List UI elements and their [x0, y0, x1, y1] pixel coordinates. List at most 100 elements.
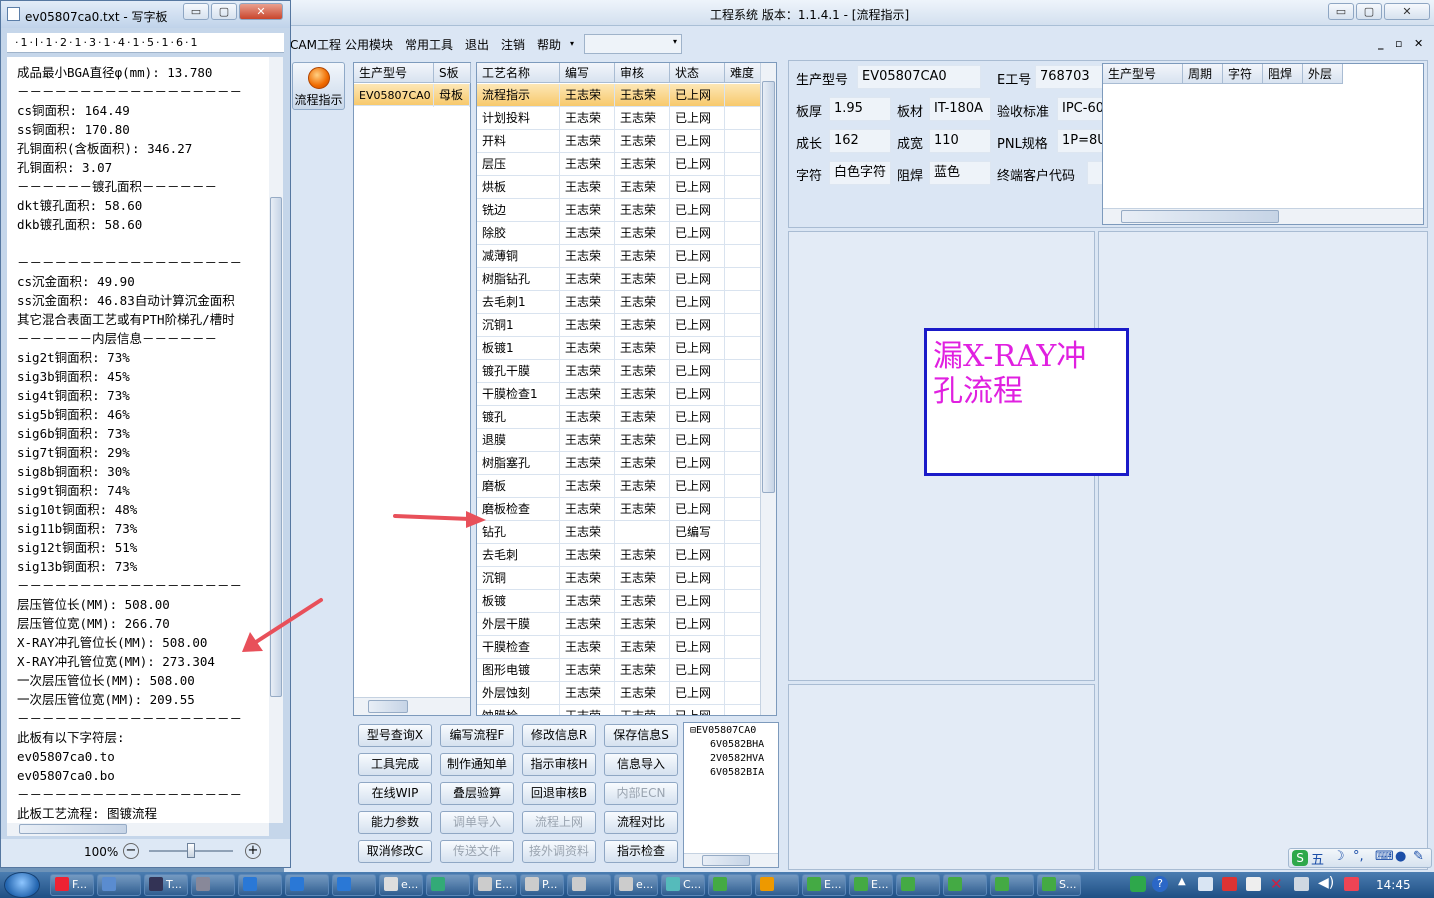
tree-child-node[interactable]: 6V0582BHA — [710, 739, 764, 750]
menu-logout[interactable]: 注销 — [501, 36, 525, 53]
mdi-restore-button[interactable]: ▫ — [1395, 37, 1402, 50]
process-row[interactable]: 烘板 王志荣 王志荣 已上网 — [477, 176, 761, 199]
taskbar-app-button[interactable] — [97, 874, 141, 896]
menu-combo-box[interactable]: ▾ — [584, 34, 682, 54]
taskbar-app-button[interactable]: e... — [379, 874, 423, 896]
action-button[interactable]: 信息导入 — [604, 753, 678, 776]
tray-shield-icon[interactable] — [1246, 877, 1261, 891]
col-header-s-board[interactable]: S板 — [434, 63, 471, 83]
close-button[interactable]: ✕ — [1384, 3, 1430, 20]
zoom-slider-thumb[interactable] — [187, 843, 195, 858]
ime-mode-label[interactable]: 五 — [1311, 849, 1324, 868]
tray-expand-icon[interactable]: ▲ — [1178, 876, 1186, 887]
taskbar-app-button[interactable]: C... — [661, 874, 705, 896]
action-button[interactable]: 型号查询X — [358, 724, 432, 747]
process-row[interactable]: 去毛刺 王志荣 王志荣 已上网 — [477, 544, 761, 567]
action-button[interactable]: 指示检查 — [604, 840, 678, 863]
wordpad-close-button[interactable]: ✕ — [239, 3, 283, 20]
field-customer[interactable] — [1087, 161, 1103, 185]
tray-volume-icon[interactable]: ◀) — [1318, 875, 1334, 891]
menu-tools[interactable]: 常用工具 — [405, 36, 453, 53]
col-header-status[interactable]: 状态 — [670, 63, 725, 83]
action-button[interactable]: 能力参数 — [358, 811, 432, 834]
process-row[interactable]: 镀孔干膜 王志荣 王志荣 已上网 — [477, 360, 761, 383]
action-button[interactable]: 保存信息S — [604, 724, 678, 747]
action-button[interactable]: 回退审核B — [522, 782, 596, 805]
action-button[interactable]: 流程对比 — [604, 811, 678, 834]
scroll-thumb[interactable] — [270, 197, 282, 697]
start-button[interactable] — [4, 872, 40, 898]
help-dropdown-icon[interactable]: ▾ — [570, 39, 574, 48]
taskbar-app-button[interactable] — [191, 874, 235, 896]
taskbar-app-button[interactable] — [943, 874, 987, 896]
punctuation-icon[interactable]: °, — [1353, 849, 1364, 864]
tray-flag-icon[interactable] — [1344, 877, 1359, 891]
tray-app-icon[interactable] — [1198, 877, 1213, 891]
action-button[interactable]: 修改信息R — [522, 724, 596, 747]
wordpad-hscrollbar[interactable] — [7, 823, 269, 836]
action-button[interactable]: 接外调资料 — [522, 840, 596, 863]
zoom-in-button[interactable]: + — [245, 843, 261, 859]
wordpad-minimize-button[interactable]: ▭ — [183, 3, 209, 20]
tree-child-node[interactable]: 6V0582BIA — [710, 767, 764, 778]
taskbar-app-button[interactable] — [896, 874, 940, 896]
menu-common-module[interactable]: 公用模块 — [345, 36, 393, 53]
field-width[interactable]: 110 — [929, 129, 991, 153]
taskbar-app-button[interactable] — [426, 874, 470, 896]
scroll-thumb[interactable] — [19, 824, 127, 834]
menu-exit[interactable]: 退出 — [465, 36, 489, 53]
side-header-model[interactable]: 生产型号 — [1103, 64, 1183, 84]
tray-x-icon[interactable]: ✕ — [1270, 875, 1283, 893]
zoom-out-button[interactable]: − — [123, 843, 139, 859]
action-button[interactable]: 指示审核H — [522, 753, 596, 776]
moon-icon[interactable]: ☽ — [1333, 849, 1345, 864]
process-row[interactable]: 退膜 王志荣 王志荣 已上网 — [477, 429, 761, 452]
side-header-char[interactable]: 字符 — [1223, 64, 1263, 84]
process-row[interactable]: 树脂钻孔 王志荣 王志荣 已上网 — [477, 268, 761, 291]
maximize-button[interactable]: ▢ — [1356, 3, 1382, 20]
taskbar-app-button[interactable]: T... — [144, 874, 188, 896]
ime-toolbar[interactable]: S 五 ☽ °, ⌨ ● ✎ — [1288, 848, 1432, 868]
process-row[interactable]: 去毛刺1 王志荣 王志荣 已上网 — [477, 291, 761, 314]
tray-help-icon[interactable]: ? — [1152, 876, 1168, 892]
process-row[interactable]: 蚀膜检 王志荣 王志荣 已上网 — [477, 705, 761, 715]
process-grid-vscrollbar[interactable] — [760, 63, 776, 715]
wrench-icon[interactable]: ✎ — [1413, 849, 1424, 864]
tray-ime-icon[interactable] — [1130, 876, 1146, 892]
col-header-process[interactable]: 工艺名称 — [477, 63, 560, 83]
process-row[interactable]: 层压 王志荣 王志荣 已上网 — [477, 153, 761, 176]
process-row[interactable]: 外层蚀刻 王志荣 王志荣 已上网 — [477, 682, 761, 705]
taskbar-app-button[interactable]: E... — [802, 874, 846, 896]
process-row[interactable]: 除胶 王志荣 王志荣 已上网 — [477, 222, 761, 245]
minimize-button[interactable]: ▭ — [1328, 3, 1354, 20]
action-button[interactable]: 在线WIP — [358, 782, 432, 805]
scroll-thumb[interactable] — [1121, 210, 1279, 223]
taskbar-app-button[interactable]: S... — [1037, 874, 1081, 896]
side-header-mask[interactable]: 阻焊 — [1263, 64, 1303, 84]
process-row[interactable]: 沉铜1 王志荣 王志荣 已上网 — [477, 314, 761, 337]
field-model[interactable]: EV05807CA0 — [857, 65, 981, 89]
menu-help[interactable]: 帮助 — [537, 36, 561, 53]
side-header-period[interactable]: 周期 — [1183, 64, 1223, 84]
action-button[interactable]: 工具完成 — [358, 753, 432, 776]
taskbar-app-button[interactable]: E... — [849, 874, 893, 896]
process-row[interactable]: 镀孔 王志荣 王志荣 已上网 — [477, 406, 761, 429]
process-row[interactable]: 磨板 王志荣 王志荣 已上网 — [477, 475, 761, 498]
scroll-thumb[interactable] — [368, 700, 408, 713]
taskbar-app-button[interactable] — [332, 874, 376, 896]
process-row[interactable]: 铣边 王志荣 王志荣 已上网 — [477, 199, 761, 222]
tray-red-icon[interactable] — [1222, 877, 1237, 891]
taskbar-app-button[interactable]: E... — [473, 874, 517, 896]
field-length[interactable]: 162 — [829, 129, 891, 153]
taskbar-app-button[interactable]: F... — [50, 874, 94, 896]
process-row[interactable]: 图形电镀 王志荣 王志荣 已上网 — [477, 659, 761, 682]
scroll-thumb[interactable] — [762, 81, 775, 493]
mdi-close-button[interactable]: ✕ — [1414, 37, 1423, 50]
field-mask[interactable]: 蓝色 — [929, 161, 991, 185]
field-char[interactable]: 白色字符 — [829, 161, 891, 185]
user-icon[interactable]: ● — [1395, 849, 1406, 864]
flow-indication-nav-button[interactable]: 流程指示 — [292, 62, 345, 110]
tray-network-icon[interactable] — [1294, 877, 1309, 891]
process-row[interactable]: 沉铜 王志荣 王志荣 已上网 — [477, 567, 761, 590]
process-row[interactable]: 干膜检查 王志荣 王志荣 已上网 — [477, 636, 761, 659]
